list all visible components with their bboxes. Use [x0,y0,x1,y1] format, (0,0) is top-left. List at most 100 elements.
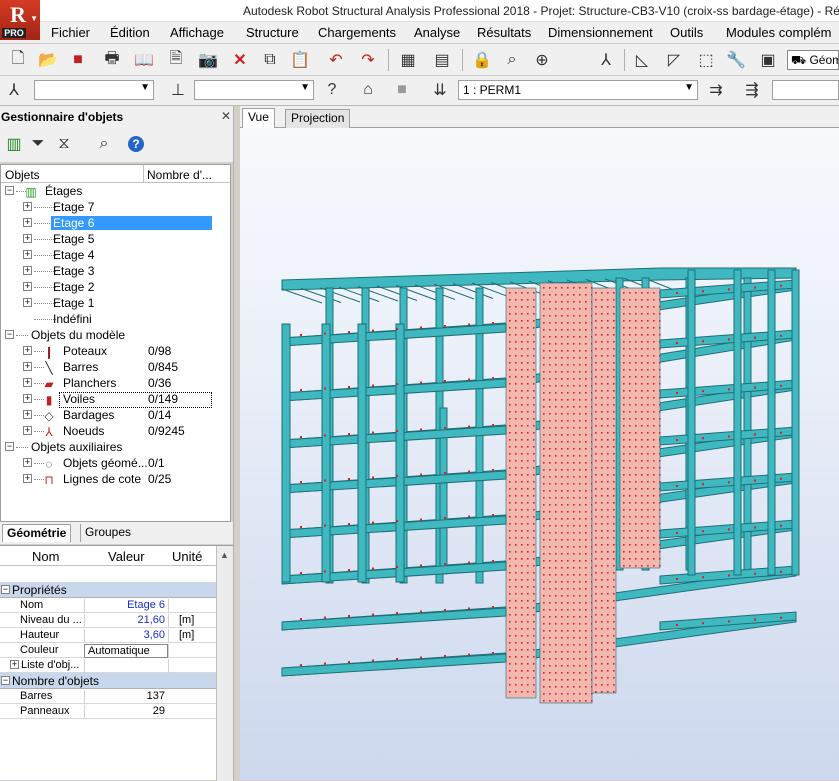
menu-tools[interactable]: Outils [670,25,703,40]
print-icon[interactable]: 🖶 [100,48,124,72]
expand-icon[interactable]: + [23,458,32,467]
filter-clear-icon[interactable]: ⧖ [52,132,76,156]
expand-icon[interactable]: + [23,298,32,307]
save-icon[interactable]: ■ [66,48,90,72]
redo-icon[interactable]: ↷ [356,48,380,72]
menu-structure[interactable]: Structure [246,25,299,40]
property-row[interactable]: + Liste d'obj... [0,658,216,673]
tree-item[interactable]: + Etage 1 [1,296,230,312]
expand-icon[interactable]: + [23,410,32,419]
menu-view[interactable]: Affichage [170,25,224,40]
expand-icon[interactable]: + [23,426,32,435]
tree-item[interactable]: + Etage 5 [1,232,230,248]
tab-geometry[interactable]: Géométrie [2,524,72,542]
collapse-icon[interactable]: − [5,330,14,339]
property-category-object-count[interactable]: − Nombre d'objets [0,673,216,689]
bar-selection-combo[interactable]: ▼ [194,80,314,100]
menu-file[interactable]: Fichier [51,25,90,40]
expand-icon[interactable]: + [23,218,32,227]
zoom-window-icon[interactable]: ⌕ [500,48,524,72]
tree-item[interactable]: + ❙ Poteaux 0/98 [1,344,230,360]
structure-3d-model[interactable] [240,128,839,780]
menu-design[interactable]: Dimensionnement [548,25,653,40]
node-selection-combo[interactable]: ▼ [34,80,154,100]
menu-analysis[interactable]: Analyse [414,25,460,40]
structure-model-icon[interactable]: ◺ [630,48,654,72]
help-icon[interactable]: ? [124,132,148,156]
expand-icon[interactable]: + [23,250,32,259]
copy-icon[interactable]: ⧉ [258,48,282,72]
tab-view[interactable]: Vue [242,108,275,128]
expand-icon[interactable]: + [23,394,32,403]
expand-icon[interactable]: + [23,266,32,275]
lock-icon[interactable]: 🔒 [470,48,494,72]
wrench-icon[interactable]: 🔧 [724,48,748,72]
tab-groups[interactable]: Groupes [80,524,135,542]
bar-select-icon[interactable]: ⊥ [166,78,190,102]
property-row[interactable]: Nom Etage 6 [0,598,216,613]
tree-item[interactable]: + Etage 6 [1,216,230,232]
close-icon[interactable]: ✕ [221,109,231,123]
extra-combo[interactable] [772,80,839,100]
paste-icon[interactable]: 📋 [288,48,312,72]
load-case-next-icon[interactable]: ⇉ [704,78,728,102]
menu-edit[interactable]: Édition [110,25,150,40]
node-select-icon[interactable]: ⅄ [2,78,26,102]
tree-item[interactable]: − ▥ Étages [1,184,230,200]
selection-query-icon[interactable]: ? [320,78,344,102]
expand-icon[interactable]: + [23,234,32,243]
geometry-layout-button[interactable]: ⛟ Géom [787,50,839,70]
layout-icon[interactable]: ▣ [756,48,780,72]
property-row[interactable]: Hauteur 3,60 [m] [0,628,216,643]
tree-item[interactable]: Indéfini [1,312,230,328]
node-tool-icon[interactable]: ⅄ [594,48,618,72]
collapse-icon[interactable]: − [1,676,10,685]
tree-item[interactable]: + ⅄ Noeuds 0/9245 [1,424,230,440]
print-preview-icon[interactable]: 🗎 [164,48,188,72]
zoom-all-icon[interactable]: ⊕ [530,48,554,72]
property-category-properties[interactable]: − Propriétés [0,582,216,598]
camera-icon[interactable]: 📷 [196,48,220,72]
property-row[interactable]: Niveau du ... 21,60 [m] [0,613,216,628]
filter-icon[interactable]: ⏷ [26,132,50,156]
open-folder-icon[interactable]: 📂 [36,48,60,72]
menu-results[interactable]: Résultats [477,25,531,40]
book-icon[interactable]: 📖 [132,48,156,72]
tree-item[interactable]: + Etage 3 [1,264,230,280]
expand-icon[interactable]: + [23,202,32,211]
disabled-tool-icon[interactable]: ■ [390,78,414,102]
scroll-up-icon[interactable]: ▲ [220,550,229,560]
tree-item[interactable]: + Etage 7 [1,200,230,216]
delete-icon[interactable]: ✕ [228,48,252,72]
new-file-icon[interactable]: 🗋 [6,48,30,72]
collapse-icon[interactable]: − [5,186,14,195]
collapse-icon[interactable]: − [5,442,14,451]
design-icon[interactable]: ◸ [662,48,686,72]
load-list-icon[interactable]: ⇶ [740,78,764,102]
tree-item[interactable]: + Etage 2 [1,280,230,296]
tree-item[interactable]: − Objets du modèle [1,328,230,344]
search-icon[interactable]: ⌕ [92,132,116,156]
menu-loads[interactable]: Chargements [318,25,396,40]
app-menu-button[interactable]: R ▼ PRO [0,0,40,40]
tab-projection[interactable]: Projection [285,109,351,128]
model-viewport[interactable] [240,128,839,780]
expand-icon[interactable]: + [23,378,32,387]
property-scrollbar[interactable]: ▲ [216,546,233,781]
expand-icon[interactable]: + [10,660,19,669]
section-icon[interactable]: ⬚ [694,48,718,72]
expand-icon[interactable]: + [23,362,32,371]
calc-results-icon[interactable]: ▤ [430,48,454,72]
property-row[interactable]: Couleur Automatique [0,643,216,658]
tree-item[interactable]: + ◇ Bardages 0/14 [1,408,230,424]
load-case-icon[interactable]: ⇊ [428,78,452,102]
panel-splitter[interactable] [233,106,240,780]
column-count[interactable]: Nombre d'... [147,168,212,182]
tree-item[interactable]: + ╲ Barres 0/845 [1,360,230,376]
collapse-icon[interactable]: − [1,585,10,594]
column-objects[interactable]: Objets [5,168,40,182]
tree-item[interactable]: + ▮ Voiles 0/149 [1,392,230,408]
tree-item[interactable]: − Objets auxiliaires [1,440,230,456]
tree-item[interactable]: + ◌ Objets géomé... 0/1 [1,456,230,472]
expand-icon[interactable]: + [23,282,32,291]
